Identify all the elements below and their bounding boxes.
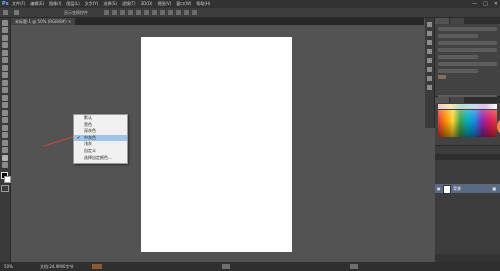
- canvas-color-context-menu: 默认 黑色 深灰色 ✔ 中灰色 浅灰 自定义 选择自定颜色...: [73, 114, 128, 164]
- menu-item-medium-gray[interactable]: ✔ 中灰色: [74, 134, 127, 142]
- brush-preset-icon[interactable]: [427, 49, 432, 54]
- menu-item-label: 黑色: [84, 121, 92, 127]
- tab-paragraph[interactable]: [450, 18, 464, 24]
- info-icon[interactable]: [427, 40, 432, 45]
- document-info[interactable]: 文档:24.9M/0字节: [40, 262, 74, 271]
- menu-item-label: 中灰色: [84, 134, 96, 140]
- menu-item-label: 浅灰: [84, 141, 92, 147]
- character-icon[interactable]: [427, 67, 432, 72]
- character-panel: [435, 18, 500, 99]
- taskbar-app[interactable]: [222, 264, 230, 269]
- zoom-level[interactable]: 50%: [4, 262, 13, 271]
- collapsed-panel-icons: [425, 18, 435, 128]
- menu-item-label: 深灰色: [84, 128, 96, 134]
- history-icon[interactable]: [427, 22, 432, 27]
- paragraph-icon[interactable]: [427, 76, 432, 81]
- taskbar-app[interactable]: [350, 264, 358, 269]
- font-size-field[interactable]: [438, 41, 497, 45]
- layer-row-background[interactable]: ● 背景 ■: [435, 184, 500, 194]
- layer-name: 背景: [453, 186, 461, 191]
- swatch-row-pale[interactable]: [438, 104, 497, 109]
- menu-item-select-custom-color[interactable]: 选择自定颜色...: [74, 155, 127, 162]
- panel-tabs: [435, 97, 500, 103]
- menu-item-black[interactable]: 黑色: [74, 122, 127, 129]
- layers-panel-tabs: [435, 154, 500, 160]
- menu-item-label: 选择自定颜色...: [84, 154, 112, 160]
- taskbar-app[interactable]: [92, 264, 102, 269]
- layer-thumbnail: [443, 185, 451, 194]
- properties-icon[interactable]: [427, 31, 432, 36]
- tab-swatches[interactable]: [450, 97, 464, 103]
- kerning-field[interactable]: [438, 48, 497, 52]
- taskbar-items: [92, 264, 358, 269]
- clone-source-icon[interactable]: [427, 58, 432, 63]
- checkmark-icon: ✔: [77, 134, 81, 140]
- panel-tabs: [435, 18, 500, 24]
- menu-item-dark-gray[interactable]: 深灰色: [74, 128, 127, 135]
- menu-item-default[interactable]: 默认: [74, 115, 127, 122]
- menu-item-custom[interactable]: 自定义: [74, 148, 127, 155]
- tab-color[interactable]: [435, 97, 449, 103]
- swatch-grid[interactable]: [438, 110, 497, 137]
- layers-footer-buttons[interactable]: [435, 254, 500, 262]
- status-bar: 50% 文档:24.9M/0字节: [0, 262, 500, 271]
- baseline-field[interactable]: [438, 69, 478, 73]
- menu-item-label: 自定义: [84, 147, 96, 153]
- text-color-swatch[interactable]: [438, 75, 446, 79]
- actions-icon[interactable]: [427, 85, 432, 90]
- scale-field[interactable]: [438, 62, 497, 66]
- eye-icon[interactable]: ●: [437, 186, 441, 191]
- menu-item-light-gray[interactable]: 浅灰: [74, 141, 127, 148]
- lock-icon: ■: [492, 186, 496, 191]
- tracking-field[interactable]: [438, 55, 478, 59]
- font-style-field[interactable]: [438, 34, 478, 38]
- tab-character[interactable]: [435, 18, 449, 24]
- right-panels: ● 背景 ■: [435, 18, 500, 262]
- menu-item-label: 默认: [84, 115, 92, 120]
- font-family-field[interactable]: [438, 27, 497, 31]
